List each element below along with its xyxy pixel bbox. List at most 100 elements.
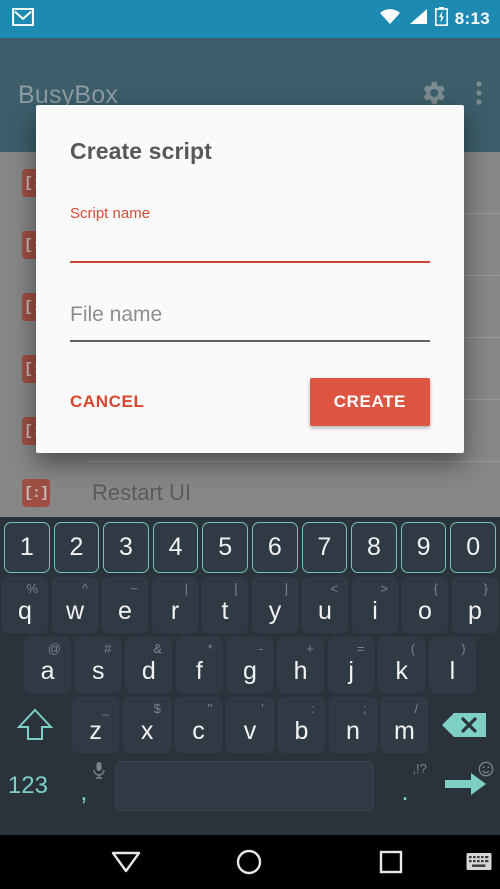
key-h[interactable]: + h [277,637,324,693]
key-v[interactable]: ' v [226,697,274,753]
key-k[interactable]: ( k [378,637,426,693]
key-sub-symbol: $ [153,701,161,716]
key-label: s [91,657,105,685]
dialog-title: Create script [70,138,212,164]
key-p[interactable]: } p [452,577,498,633]
key-x[interactable]: $ x [123,697,171,753]
punctuation-hint: ,!? [412,761,427,776]
key-q[interactable]: % q [2,577,48,633]
key-y[interactable]: ] y [252,577,298,633]
comma-key[interactable]: , [56,755,112,817]
recents-square-icon[interactable] [378,849,404,875]
status-bar-clock: 8:13 [454,9,490,28]
keyboard-row-3: _ z $ x " c ' v : b ; n / m [0,695,500,755]
enter-key[interactable] [433,755,500,817]
key-label: i [372,597,378,625]
row-spacer [478,635,500,695]
key-c[interactable]: " c [174,697,223,753]
backspace-icon[interactable] [432,697,498,753]
create-script-dialog: Create script Script name File name CANC… [36,105,464,453]
script-name-field[interactable]: Script name [70,205,430,263]
key-2[interactable]: 2 [53,522,100,573]
overflow-menu-icon[interactable] [476,80,482,111]
key-sub-symbol: = [356,641,365,656]
microphone-icon [92,761,106,782]
key-e[interactable]: ~ e [102,577,148,633]
cancel-button[interactable]: CANCEL [70,392,144,412]
key-sub-symbol: > [380,581,388,596]
key-1[interactable]: 1 [4,522,50,573]
key-t[interactable]: [ t [202,577,248,633]
back-triangle-icon[interactable] [110,849,142,875]
key-0[interactable]: 0 [450,522,496,573]
key-z[interactable]: _ z [71,697,120,753]
script-name-underline [70,261,430,263]
numeric-switch-key[interactable]: 123 [0,755,56,817]
phone-screen: 8:13 BusyBox [:] [:] [0,0,500,889]
key-3[interactable]: 3 [103,522,149,573]
key-label: m [393,717,415,745]
key-sub-symbol: - [258,641,264,656]
key-label: n [345,717,360,745]
keyboard-row-2: @ a # s & d * f - g + h = j (k) l [0,635,500,695]
key-j[interactable]: = j [327,637,375,693]
list-item-restart-ui[interactable]: [:] Restart UI [0,462,500,524]
key-sub-symbol: ] [284,581,288,596]
key-sub-symbol: + [306,641,314,656]
period-key[interactable]: ,!? . [377,755,433,817]
key-sub-symbol: | [184,581,188,596]
key-sub-symbol: _ [102,701,110,716]
period-label: . [401,776,409,806]
key-w[interactable]: ^ w [52,577,98,633]
home-circle-icon[interactable] [234,847,264,877]
key-sub-symbol: @ [47,641,61,656]
key-9[interactable]: 9 [400,522,447,573]
space-key[interactable] [114,761,374,811]
key-label: r [170,597,180,625]
status-bar-notifications [12,7,34,31]
wifi-icon [379,8,401,30]
key-m[interactable]: / m [380,697,429,753]
key-sub-symbol: " [207,701,213,716]
key-i[interactable]: > i [352,577,398,633]
key-6[interactable]: 6 [251,522,298,573]
signal-icon [408,8,428,30]
key-u[interactable]: < u [302,577,348,633]
battery-charging-icon [434,7,448,31]
shift-arrow-icon[interactable] [2,697,68,753]
key-4[interactable]: 4 [152,522,199,573]
key-g[interactable]: - g [226,637,274,693]
key-sub-symbol: : [311,701,316,716]
create-button[interactable]: CREATE [309,377,430,426]
row-spacer [0,635,22,695]
emoji-smiley-icon [478,761,494,780]
key-label: z [89,717,102,745]
key-7[interactable]: 7 [301,522,348,573]
key-sub-symbol: / [414,701,419,716]
keyboard-indicator-icon[interactable] [466,852,492,872]
key-f[interactable]: * f [176,637,223,693]
key-sub-symbol: } [483,581,488,596]
keyboard-row-1: % q ^ w ~ e | r [ t ] y < u > i {o} p [0,575,500,635]
key-sub-symbol: ) [461,641,466,656]
key-r[interactable]: | r [152,577,198,633]
key-label: l [449,657,456,685]
key-o[interactable]: { o [402,577,448,633]
key-l[interactable]: ) l [429,637,476,693]
key-8[interactable]: 8 [351,522,397,573]
key-label: a [40,657,55,685]
key-s[interactable]: # s [74,637,122,693]
key-b[interactable]: : b [277,697,326,753]
key-label: f [195,657,203,685]
key-5[interactable]: 5 [202,522,248,573]
file-name-field[interactable]: File name [70,303,430,342]
navigation-bar [0,835,500,889]
key-n[interactable]: ; n [329,697,377,753]
status-bar: 8:13 [0,0,500,38]
key-d[interactable]: & d [125,637,173,693]
key-a[interactable]: @ a [24,637,71,693]
key-sub-symbol: { [433,581,438,596]
key-label: g [243,657,257,685]
key-label: c [192,717,205,745]
gmail-icon [12,7,34,31]
